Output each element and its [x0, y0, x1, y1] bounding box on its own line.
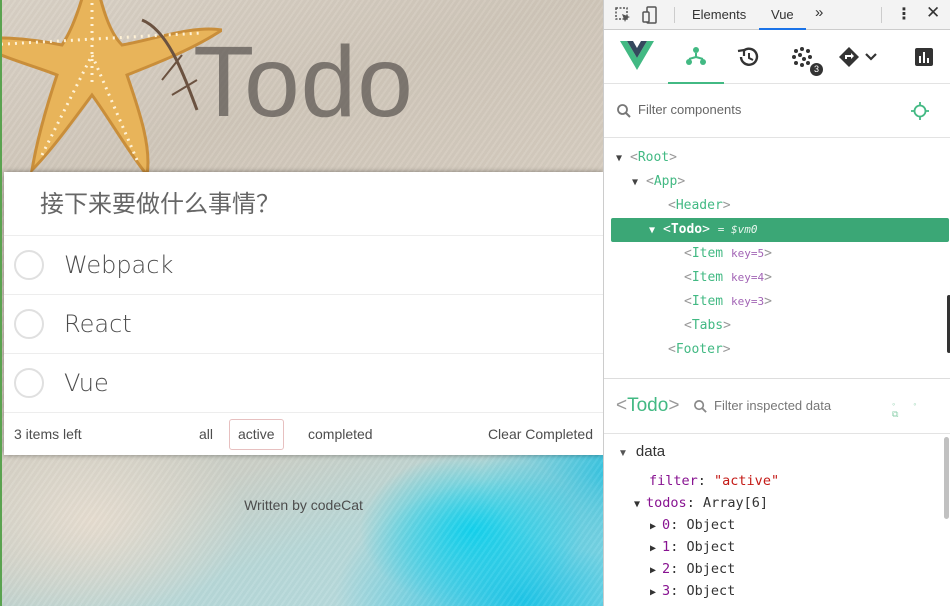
todo-app: Todo Webpack React Vue 3 items left all … [0, 0, 603, 606]
inspected-data-pane: ▼ data filter: "active" ▼ todos: Array[6]… [604, 435, 950, 606]
data-todos-row[interactable]: ▼ todos: Array[6] [634, 495, 768, 511]
new-todo-input[interactable] [4, 172, 603, 236]
credit-text: Written by codeCat [244, 497, 363, 513]
components-tree-icon [686, 47, 706, 65]
routing-icon [839, 47, 877, 67]
device-toolbar-icon[interactable] [642, 6, 660, 24]
filter-components-input[interactable] [638, 102, 838, 117]
scrollbar[interactable] [944, 437, 949, 519]
inspected-component-name: <Todo> [616, 395, 680, 416]
events-dots-icon [792, 47, 812, 67]
events-count-badge: 3 [810, 63, 823, 76]
chart-icon [915, 48, 933, 66]
filter-tab-completed[interactable]: completed [299, 419, 382, 450]
close-icon[interactable]: ✕ [926, 3, 940, 23]
more-tabs-icon[interactable]: » [815, 4, 823, 21]
tree-node-footer[interactable]: <Footer> [668, 338, 731, 362]
vue-devtools-toolbar [604, 30, 950, 84]
performance-tab[interactable] [896, 30, 950, 84]
vue-logo-icon [620, 41, 654, 70]
divider [674, 7, 675, 23]
tab-elements[interactable]: Elements [692, 7, 746, 22]
filter-tab-all[interactable]: all [190, 419, 222, 450]
items-left-count: 3 items left [14, 426, 82, 442]
inspect-element-icon[interactable] [614, 6, 632, 24]
todo-checkbox[interactable] [14, 309, 44, 339]
todo-footer: 3 items left all active completed Clear … [4, 413, 603, 455]
todo-item-label: Webpack [64, 251, 174, 279]
divider [881, 7, 882, 23]
todo-item-label: React [64, 310, 132, 338]
components-tab[interactable] [668, 30, 724, 84]
filter-inspected-data-input[interactable] [714, 398, 854, 413]
todo-item-label: Vue [64, 369, 109, 397]
todo-item: React [4, 295, 603, 354]
data-todo-entry[interactable]: ▶ 3: Object [650, 583, 735, 599]
search-icon [617, 104, 631, 118]
tree-node-tabs[interactable]: <Tabs> [684, 314, 731, 338]
tree-node-app[interactable]: ▼ <App> [632, 170, 685, 194]
clear-completed-button[interactable]: Clear Completed [488, 426, 593, 442]
component-tree: ▼ <Root> ▼ <App> <Header> ▼ <Todo> = $vm0 <… [604, 138, 950, 374]
devtools-panel: Elements Vue » ⋮ ✕ 3 Filter components ▼… [603, 0, 950, 606]
tree-node-todo-selected[interactable]: ▼ <Todo> = $vm0 [611, 218, 949, 242]
todo-checkbox[interactable] [14, 250, 44, 280]
events-tab[interactable] [774, 30, 830, 84]
tab-vue[interactable]: Vue [759, 0, 806, 30]
routing-tab[interactable] [830, 30, 886, 84]
component-filter-bar [604, 84, 950, 138]
data-todo-entry[interactable]: ▶ 0: Object [650, 517, 735, 533]
vuex-tab[interactable] [720, 30, 776, 84]
todo-panel: Webpack React Vue 3 items left all activ… [4, 172, 603, 455]
todo-item: Webpack [4, 236, 603, 295]
search-icon [694, 400, 707, 413]
data-todo-entry[interactable]: ▶ 2: Object [650, 561, 735, 577]
history-icon [737, 47, 759, 66]
tree-node-item[interactable]: <Item key=4> [684, 266, 772, 290]
kebab-menu-icon[interactable]: ⋮ [896, 4, 912, 24]
todo-item: Vue [4, 354, 603, 413]
tree-node-item[interactable]: <Item key=3> [684, 290, 772, 314]
data-todo-entry[interactable]: ▶ 1: Object [650, 539, 735, 555]
tree-node-root[interactable]: ▼ <Root> [616, 146, 677, 170]
filter-tab-active[interactable]: active [229, 419, 284, 450]
devtools-tabbar: Elements Vue » ⋮ ✕ [604, 0, 950, 30]
tree-node-header[interactable]: <Header> [668, 194, 731, 218]
tree-node-item[interactable]: <Item key=5> [684, 242, 772, 266]
inspector-tool-icons[interactable]: ◦◦ ⧉ [892, 399, 950, 420]
todo-checkbox[interactable] [14, 368, 44, 398]
app-title: Todo [193, 26, 414, 138]
inspector-header: <Todo> ◦◦ ⧉ [604, 378, 950, 434]
select-component-crosshair-icon[interactable] [911, 102, 929, 120]
data-section-header[interactable]: ▼ data [618, 443, 665, 460]
data-filter-row: filter: "active" [649, 473, 780, 489]
